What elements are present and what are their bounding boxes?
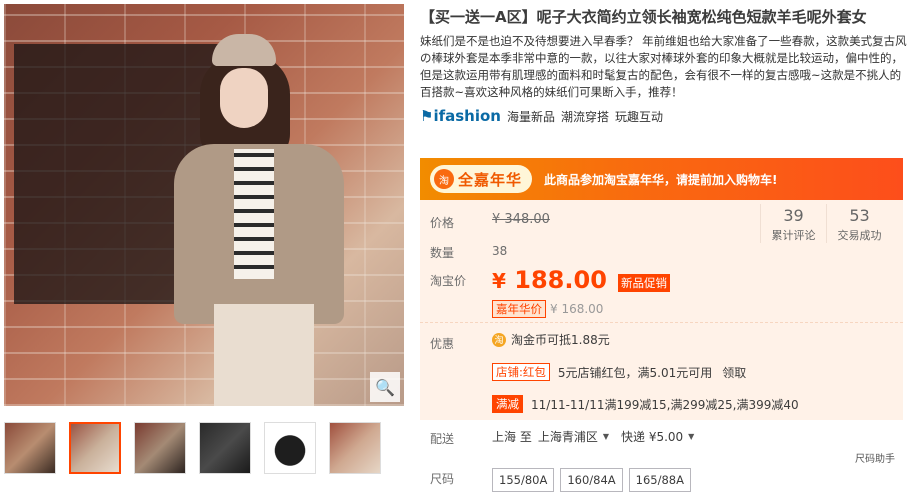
destination-select[interactable]: 上海青浦区 <box>538 428 598 445</box>
size-option[interactable]: 165/88A <box>628 468 691 492</box>
size-option[interactable]: 160/84A <box>560 468 623 492</box>
size-options: 155/80A 160/84A 165/88A <box>492 468 691 492</box>
tag-fun-interaction[interactable]: 玩趣互动 <box>615 108 663 125</box>
thumbnail-6[interactable] <box>329 422 381 474</box>
stat-reviews[interactable]: 39 累计评论 <box>760 204 826 243</box>
stats: 39 累计评论 53 交易成功 <box>760 204 892 243</box>
thumbnail-strip <box>4 422 381 474</box>
thumbnail-1[interactable] <box>4 422 56 474</box>
tag-trend-outfits[interactable]: 潮流穿搭 <box>561 108 609 125</box>
full-reduction: 满减 11/11-11/11满199减15,满299减25,满399减40 <box>492 395 799 413</box>
size-label: 尺码 <box>430 472 455 486</box>
ifashion-row: ⚑ifashion 海量新品 潮流穿搭 玩趣互动 <box>420 107 907 125</box>
shipping-method[interactable]: 快递 ¥5.00 <box>621 428 683 445</box>
carnival-price-row: 嘉年华价 ¥ 168.00 <box>492 300 603 318</box>
size-option[interactable]: 155/80A <box>492 468 555 492</box>
ifashion-logo[interactable]: ⚑ifashion <box>420 107 501 125</box>
product-info: 【买一送一A区】呢子大衣简约立领长袖宽松纯色短款羊毛呢外套女 妹纸们是不是也迫不… <box>420 0 907 492</box>
price-box: 价格 ¥ 348.00 数量 38 39 累计评论 53 交易成功 淘宝价 ¥ … <box>420 200 903 322</box>
carnival-price-tag: 嘉年华价 <box>492 300 546 318</box>
thumbnail-4[interactable] <box>199 422 251 474</box>
main-price: ¥ 188.00 <box>492 266 607 294</box>
new-promo-tag: 新品促销 <box>618 274 670 292</box>
quantity-value: 38 <box>492 244 508 258</box>
quantity-label: 数量 <box>430 246 455 260</box>
promo-label: 优惠 <box>430 337 455 351</box>
banner-text: 此商品参加淘宝嘉年华，请提前加入购物车! <box>544 172 778 187</box>
price-label: 价格 <box>430 216 455 230</box>
thumbnail-3[interactable] <box>134 422 186 474</box>
promotions: 优惠 淘 淘金币可抵 1.88元 店铺:红包 5元店铺红包，满 5.01元可用 领取… <box>420 322 903 420</box>
carnival-logo: 淘 全嘉年华 <box>430 165 533 193</box>
size-helper-link[interactable]: 尺码助手 <box>855 450 895 465</box>
product-title: 【买一送一A区】呢子大衣简约立领长袖宽松纯色短款羊毛呢外套女 <box>420 8 867 26</box>
tag-new-arrivals[interactable]: 海量新品 <box>507 108 555 125</box>
shop-coupon: 店铺:红包 5元店铺红包，满 5.01元可用 领取 <box>492 363 746 381</box>
thumbnail-2[interactable] <box>69 422 121 474</box>
product-description: 妹纸们是不是也迫不及待想要进入早春季？ 年前维姐也给大家准备了一些春款，这款美式… <box>420 34 907 99</box>
chevron-down-icon[interactable]: ▼ <box>603 432 609 441</box>
shop-coupon-tag: 店铺:红包 <box>492 363 550 381</box>
coin-icon: 淘 <box>492 332 506 347</box>
chevron-down-icon[interactable]: ▼ <box>688 432 694 441</box>
zoom-icon[interactable]: 🔍 <box>370 372 400 402</box>
carnival-price: ¥ 168.00 <box>550 302 604 316</box>
claim-link[interactable]: 领取 <box>722 364 746 381</box>
original-price: ¥ 348.00 <box>492 212 550 227</box>
full-reduction-tag: 满减 <box>492 395 523 413</box>
thumbnail-5[interactable] <box>264 422 316 474</box>
model-figure <box>164 34 364 406</box>
taobao-price-label: 淘宝价 <box>430 274 467 288</box>
coin-promo: 淘 淘金币可抵 1.88元 <box>492 331 610 348</box>
main-product-image[interactable]: 🔍 <box>4 4 404 406</box>
shipping-label: 配送 <box>430 432 455 446</box>
shipping-content: 上海 至 上海青浦区 ▼ 快递 ¥5.00 ▼ <box>492 428 695 445</box>
taobao-circle-icon: 淘 <box>434 169 454 189</box>
carnival-banner[interactable]: 淘 全嘉年华 此商品参加淘宝嘉年华，请提前加入购物车! <box>420 158 903 200</box>
stat-transactions[interactable]: 53 交易成功 <box>826 204 892 243</box>
